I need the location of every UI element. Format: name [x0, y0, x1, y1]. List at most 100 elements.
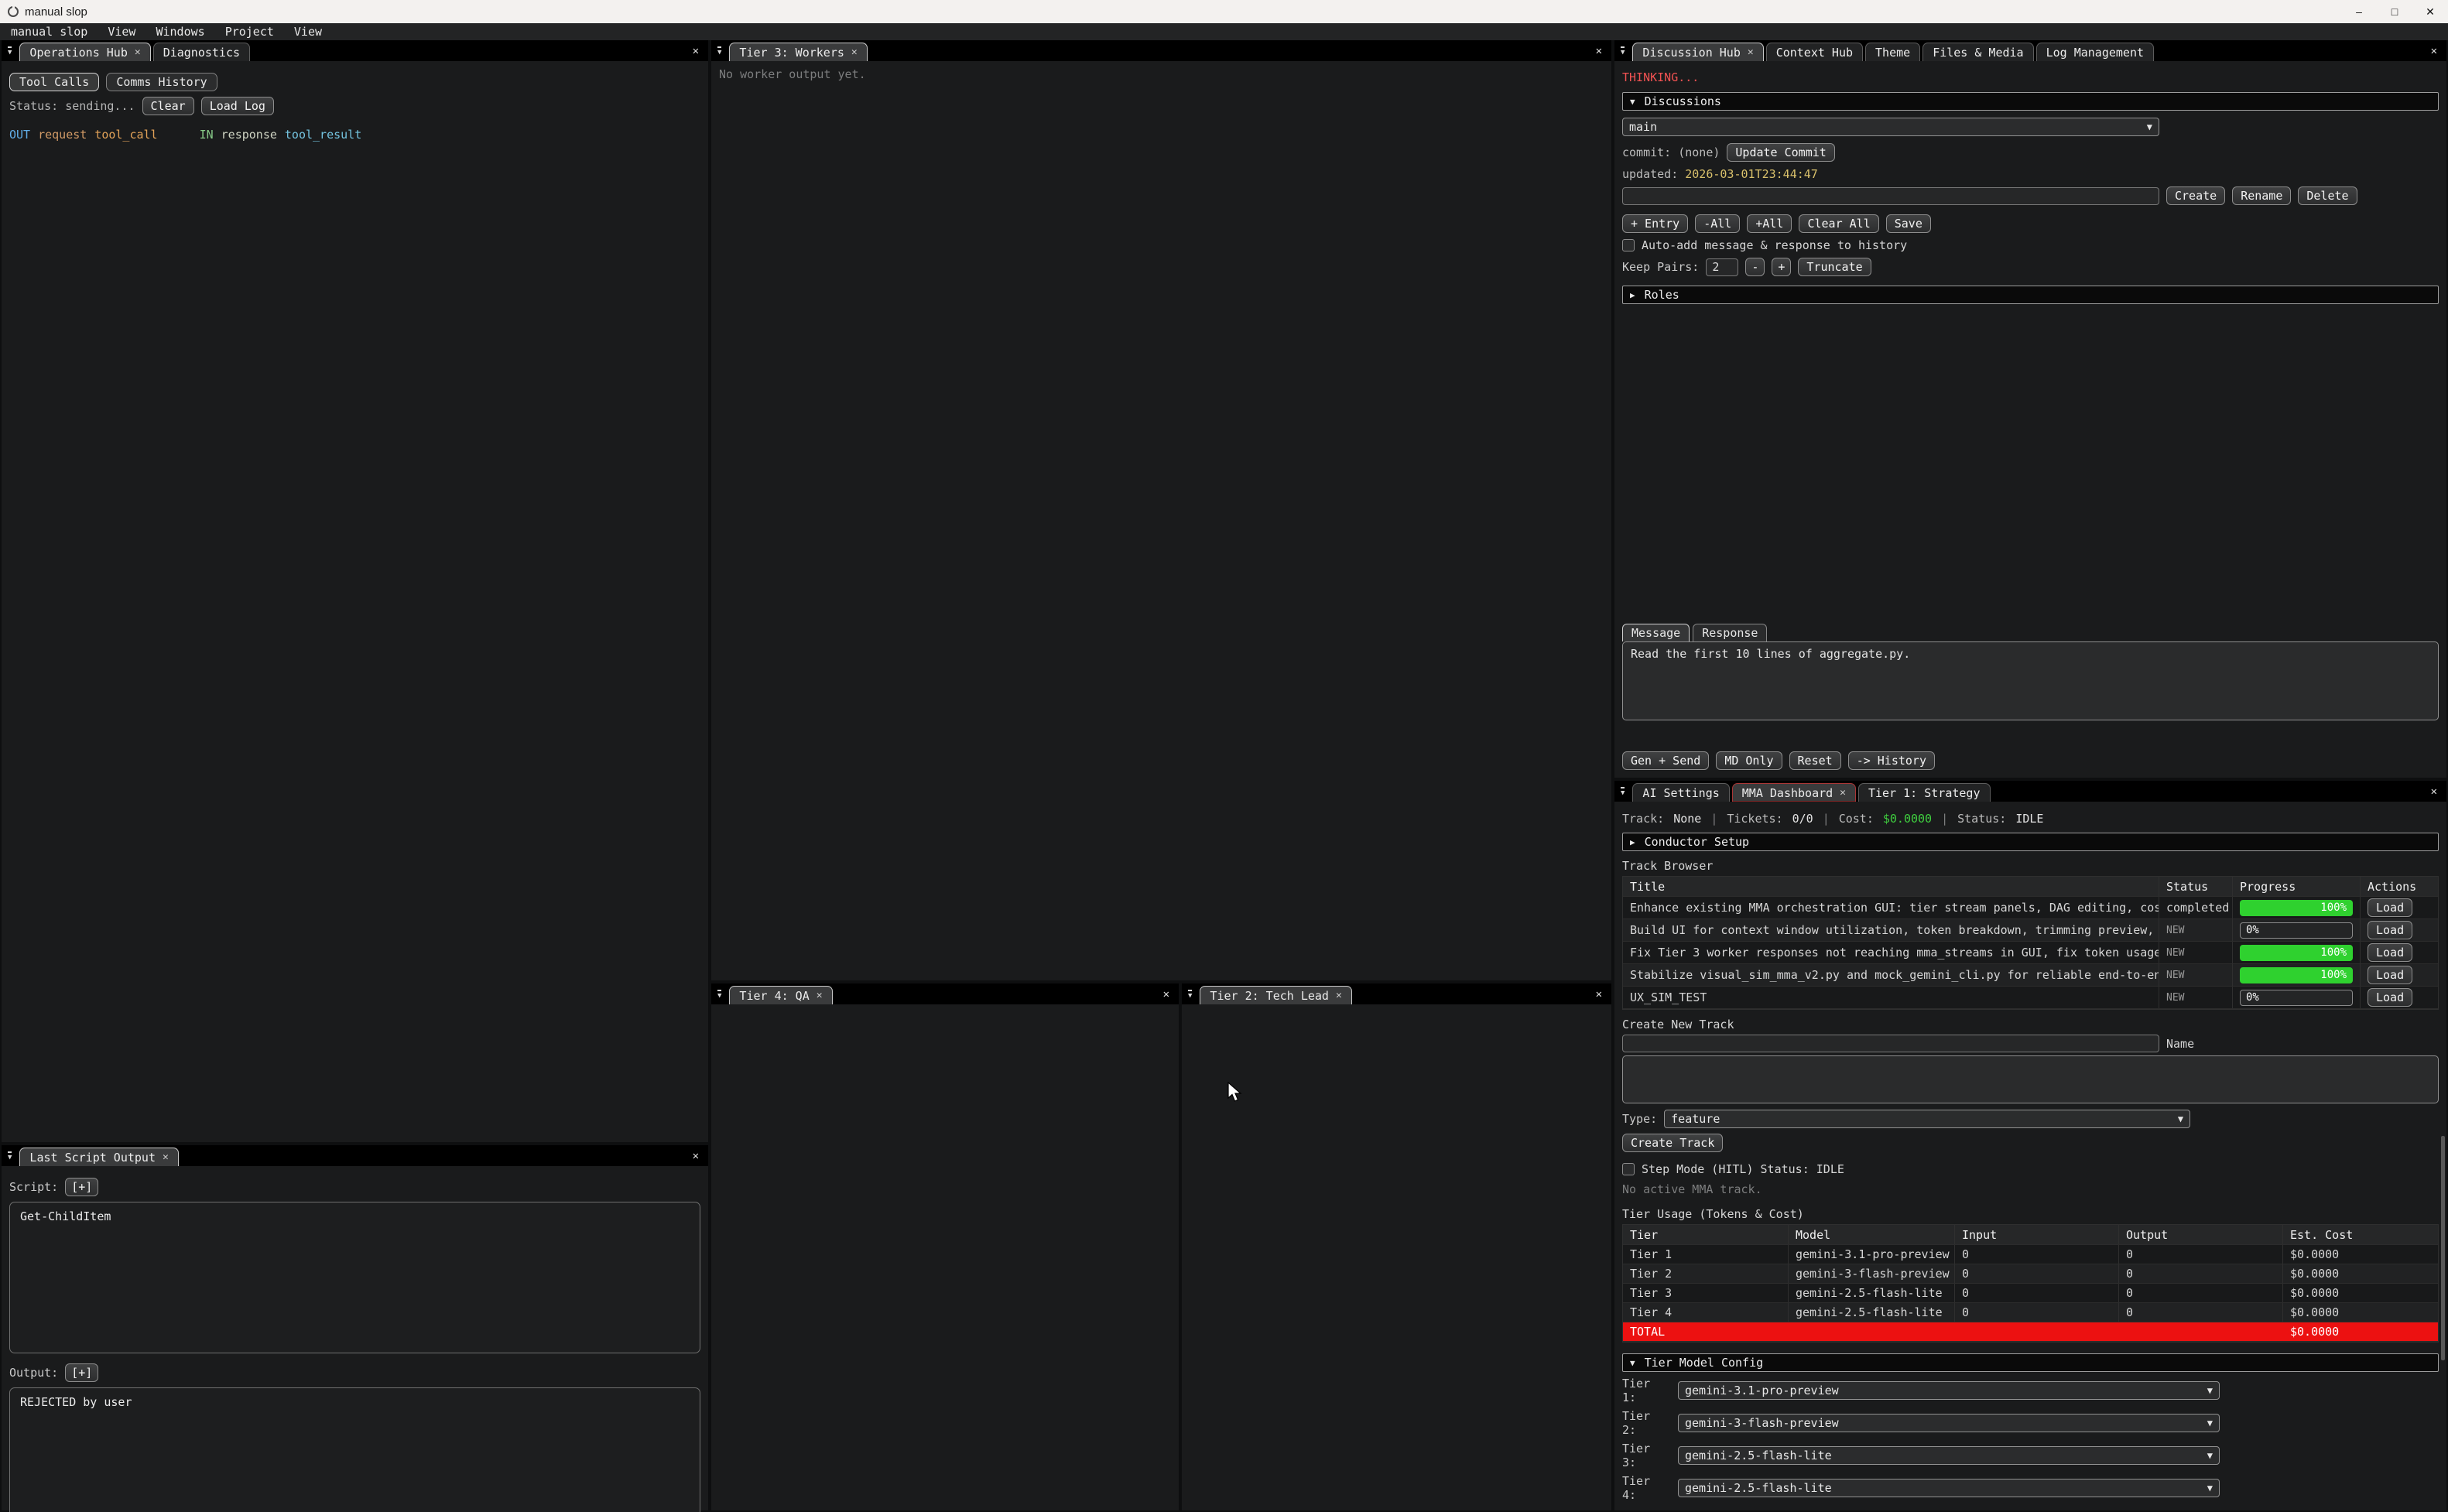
- to-history-button[interactable]: -> History: [1848, 751, 1935, 770]
- close-tab-icon[interactable]: ✕: [163, 1151, 169, 1163]
- tier2-model-select[interactable]: gemini-3-flash-preview ▼: [1678, 1414, 2220, 1432]
- step-mode-checkbox[interactable]: [1622, 1163, 1635, 1175]
- reset-button[interactable]: Reset: [1789, 751, 1841, 770]
- panel-close-icon[interactable]: ✕: [2431, 785, 2437, 798]
- close-tab-icon[interactable]: ✕: [1840, 787, 1846, 799]
- last-script-output-panel: ▼ Last Script Output ✕ ✕ Script: [+] Get…: [2, 1145, 708, 1510]
- collapse-all-button[interactable]: -All: [1695, 214, 1740, 233]
- clear-button[interactable]: Clear: [142, 97, 194, 115]
- menu-item-view-2[interactable]: View: [294, 25, 322, 39]
- md-only-button[interactable]: MD Only: [1716, 751, 1782, 770]
- tab-message[interactable]: Message: [1622, 624, 1690, 641]
- script-box[interactable]: Get-ChildItem: [9, 1202, 700, 1353]
- tab-files-media[interactable]: Files & Media: [1922, 43, 2033, 61]
- tab-tier4-qa[interactable]: Tier 4: QA ✕: [729, 986, 832, 1004]
- close-tab-icon[interactable]: ✕: [1748, 46, 1754, 58]
- tab-ai-settings[interactable]: AI Settings: [1632, 783, 1729, 802]
- tab-tier1-strategy[interactable]: Tier 1: Strategy: [1858, 783, 1991, 802]
- decrement-button[interactable]: -: [1745, 258, 1765, 276]
- new-track-description-textarea[interactable]: [1622, 1055, 2439, 1103]
- load-log-button[interactable]: Load Log: [201, 97, 274, 115]
- menu-item-project[interactable]: Project: [225, 25, 274, 39]
- create-track-button[interactable]: Create Track: [1622, 1134, 1723, 1152]
- menu-item-windows[interactable]: Windows: [156, 25, 204, 39]
- panel-close-icon[interactable]: ✕: [1163, 988, 1169, 1001]
- collapse-panel-icon[interactable]: ▼: [8, 46, 12, 56]
- collapse-panel-icon[interactable]: ▼: [1621, 787, 1625, 797]
- load-button[interactable]: Load: [2368, 988, 2412, 1007]
- expand-all-button[interactable]: +All: [1747, 214, 1792, 233]
- scrollbar-thumb[interactable]: [2441, 1136, 2445, 1360]
- gen-send-button[interactable]: Gen + Send: [1622, 751, 1709, 770]
- collapse-panel-icon[interactable]: ▼: [1621, 46, 1625, 56]
- tier1-model-select[interactable]: gemini-3.1-pro-preview ▼: [1678, 1381, 2220, 1400]
- keep-pairs-input[interactable]: [1706, 258, 1738, 276]
- tab-tier2-tech-lead[interactable]: Tier 2: Tech Lead ✕: [1200, 986, 1351, 1004]
- tier-model-config-header[interactable]: ▼ Tier Model Config: [1622, 1353, 2439, 1372]
- close-tab-icon[interactable]: ✕: [851, 46, 858, 58]
- panel-close-icon[interactable]: ✕: [693, 45, 699, 57]
- conductor-setup-header[interactable]: ▶ Conductor Setup: [1622, 833, 2439, 851]
- tab-last-script-output[interactable]: Last Script Output ✕: [19, 1148, 178, 1166]
- tab-tier3-workers[interactable]: Tier 3: Workers ✕: [729, 43, 867, 61]
- discussions-section-header[interactable]: ▼ Discussions: [1622, 92, 2439, 111]
- save-button[interactable]: Save: [1886, 214, 1931, 233]
- table-row[interactable]: Enhance existing MMA orchestration GUI: …: [1623, 897, 2438, 919]
- tab-theme[interactable]: Theme: [1865, 43, 1920, 61]
- maximize-button[interactable]: □: [2377, 0, 2412, 23]
- tab-operations-hub[interactable]: Operations Hub ✕: [19, 43, 150, 61]
- discussion-name-input[interactable]: [1622, 187, 2159, 205]
- load-button[interactable]: Load: [2368, 943, 2412, 962]
- output-box[interactable]: REJECTED by user: [9, 1387, 700, 1512]
- load-button[interactable]: Load: [2368, 966, 2412, 984]
- table-row[interactable]: Stabilize visual_sim_mma_v2.py and mock_…: [1623, 964, 2438, 987]
- collapse-panel-icon[interactable]: ▼: [717, 46, 721, 56]
- tab-diagnostics[interactable]: Diagnostics: [153, 43, 250, 61]
- table-row[interactable]: Build UI for context window utilization,…: [1623, 919, 2438, 942]
- close-tab-icon[interactable]: ✕: [135, 46, 141, 58]
- table-row[interactable]: UX_SIM_TEST NEW 0% Load: [1623, 987, 2438, 1009]
- increment-button[interactable]: +: [1772, 258, 1791, 276]
- clear-all-button[interactable]: Clear All: [1799, 214, 1878, 233]
- expand-output-button[interactable]: [+]: [65, 1363, 98, 1382]
- load-button[interactable]: Load: [2368, 921, 2412, 939]
- tab-discussion-hub[interactable]: Discussion Hub ✕: [1632, 43, 1763, 61]
- collapse-panel-icon[interactable]: ▼: [717, 990, 721, 1000]
- collapse-panel-icon[interactable]: ▼: [8, 1151, 12, 1161]
- tier3-model-select[interactable]: gemini-2.5-flash-lite ▼: [1678, 1446, 2220, 1465]
- minimize-button[interactable]: –: [2341, 0, 2377, 23]
- roles-section-header[interactable]: ▶ Roles: [1622, 286, 2439, 304]
- new-track-name-input[interactable]: [1622, 1035, 2159, 1052]
- collapse-panel-icon[interactable]: ▼: [1188, 990, 1192, 1000]
- table-row[interactable]: Fix Tier 3 worker responses not reaching…: [1623, 942, 2438, 964]
- tab-mma-dashboard[interactable]: MMA Dashboard ✕: [1732, 783, 1856, 802]
- close-window-button[interactable]: ✕: [2412, 0, 2448, 23]
- rename-button[interactable]: Rename: [2232, 186, 2291, 205]
- load-button[interactable]: Load: [2368, 898, 2412, 917]
- update-commit-button[interactable]: Update Commit: [1727, 143, 1834, 162]
- expand-script-button[interactable]: [+]: [65, 1178, 98, 1196]
- close-tab-icon[interactable]: ✕: [1336, 990, 1342, 1001]
- panel-close-icon[interactable]: ✕: [2431, 45, 2437, 57]
- close-tab-icon[interactable]: ✕: [817, 990, 823, 1001]
- panel-close-icon[interactable]: ✕: [1596, 45, 1602, 57]
- tab-log-management[interactable]: Log Management: [2036, 43, 2154, 61]
- truncate-button[interactable]: Truncate: [1798, 258, 1871, 276]
- auto-add-checkbox[interactable]: [1622, 239, 1635, 251]
- create-button[interactable]: Create: [2166, 186, 2225, 205]
- tab-response[interactable]: Response: [1693, 624, 1767, 641]
- subtab-tool-calls[interactable]: Tool Calls: [9, 73, 99, 91]
- add-entry-button[interactable]: + Entry: [1622, 214, 1688, 233]
- separator: |: [1941, 812, 1948, 826]
- track-type-select[interactable]: feature ▼: [1664, 1110, 2190, 1128]
- menu-item-manual-slop[interactable]: manual slop: [11, 25, 87, 39]
- message-textarea[interactable]: Read the first 10 lines of aggregate.py.: [1622, 641, 2439, 720]
- panel-close-icon[interactable]: ✕: [1596, 988, 1602, 1001]
- panel-close-icon[interactable]: ✕: [693, 1150, 699, 1162]
- tab-context-hub[interactable]: Context Hub: [1766, 43, 1863, 61]
- menu-item-view[interactable]: View: [108, 25, 135, 39]
- tier4-model-select[interactable]: gemini-2.5-flash-lite ▼: [1678, 1479, 2220, 1497]
- subtab-comms-history[interactable]: Comms History: [106, 73, 217, 91]
- discussion-select[interactable]: main ▼: [1622, 118, 2159, 136]
- delete-button[interactable]: Delete: [2298, 186, 2357, 205]
